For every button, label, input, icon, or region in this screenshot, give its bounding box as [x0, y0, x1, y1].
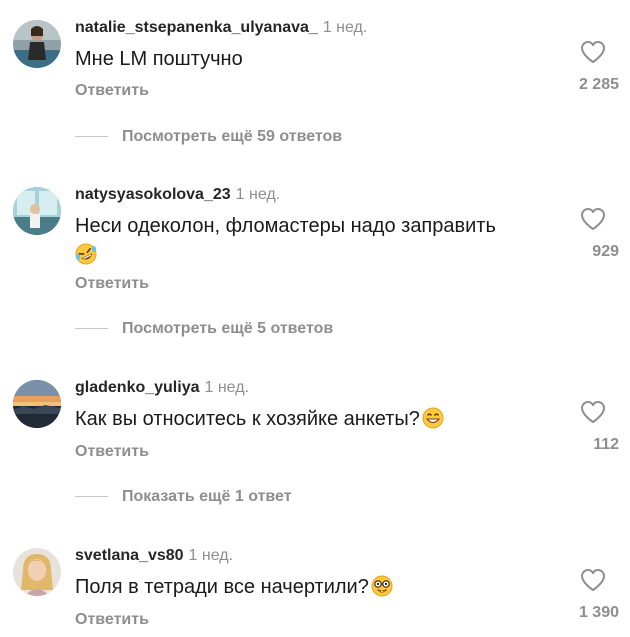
reply-button[interactable]: Ответить	[75, 81, 149, 101]
comment-body: Неси одеколон, фломастеры надо заправить	[75, 215, 496, 237]
comment-meta: svetlana_vs80 1 нед.	[75, 546, 233, 566]
like-count: 1 390	[578, 604, 619, 621]
comment-text: Поля в тетради все начертили?	[75, 573, 545, 602]
comment-text: Как вы относитесь к хозяйке анкеты?	[75, 405, 545, 434]
username[interactable]: gladenko_yuliya	[75, 379, 200, 396]
replies-divider	[75, 136, 108, 137]
comment-text: Мне LM поштучно	[75, 45, 545, 74]
comment-meta: natalie_stsepanenka_ulyanava_ 1 нед.	[75, 18, 367, 38]
view-more-replies-label: Посмотреть ещё 59 ответов	[122, 128, 343, 145]
avatar[interactable]	[13, 187, 61, 235]
comment-time: 1 нед.	[235, 186, 281, 203]
replies-divider	[75, 328, 108, 329]
like-count: 112	[593, 436, 619, 453]
user-avatar-icon	[13, 187, 61, 235]
avatar[interactable]	[13, 20, 61, 68]
grinning-face-emoji-icon	[422, 407, 444, 429]
user-avatar-icon	[13, 548, 61, 596]
user-avatar-icon	[13, 380, 61, 428]
username[interactable]: natysyasokolova_23	[75, 186, 231, 203]
comment-meta: natysyasokolova_23 1 нед.	[75, 185, 280, 205]
like-count: 929	[592, 243, 619, 260]
user-avatar-icon	[13, 20, 61, 68]
comment-body: Как вы относитесь к хозяйке анкеты?	[75, 408, 420, 430]
reply-button[interactable]: Ответить	[75, 274, 149, 294]
view-more-replies-label: Показать ещё 1 ответ	[122, 488, 292, 505]
reply-button[interactable]: Ответить	[75, 442, 149, 462]
heart-icon[interactable]	[580, 568, 606, 592]
heart-icon[interactable]	[580, 400, 606, 424]
view-more-replies-label: Посмотреть ещё 5 ответов	[122, 320, 334, 337]
username[interactable]: natalie_stsepanenka_ulyanava_	[75, 19, 318, 36]
like-count: 2 285	[578, 76, 619, 93]
avatar[interactable]	[13, 380, 61, 428]
rolling-on-floor-laughing-emoji-icon	[75, 243, 97, 265]
comment-meta: gladenko_yuliya 1 нед.	[75, 378, 249, 398]
comment-text: Неси одеколон, фломастеры надо заправить	[75, 212, 545, 270]
comment-body: Поля в тетради все начертили?	[75, 576, 369, 598]
replies-divider	[75, 496, 108, 497]
comment-time: 1 нед.	[322, 19, 368, 36]
comment-time: 1 нед.	[188, 547, 234, 564]
username[interactable]: svetlana_vs80	[75, 547, 184, 564]
heart-icon[interactable]	[580, 40, 606, 64]
comment-body: Мне LM поштучно	[75, 48, 243, 70]
avatar[interactable]	[13, 548, 61, 596]
nerd-face-emoji-icon	[371, 575, 393, 597]
reply-button[interactable]: Ответить	[75, 610, 149, 630]
comment-time: 1 нед.	[204, 379, 250, 396]
heart-icon[interactable]	[580, 207, 606, 231]
